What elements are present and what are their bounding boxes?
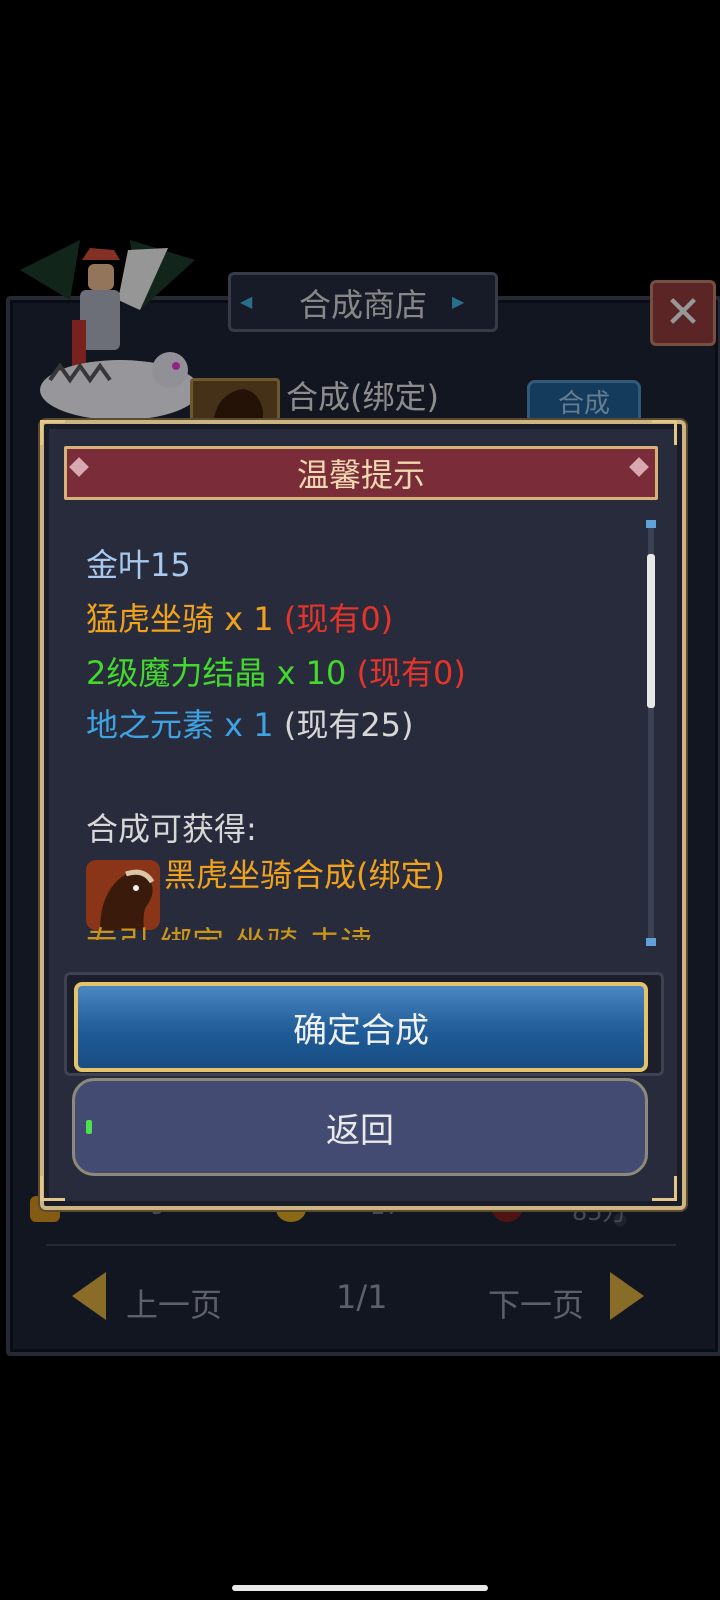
scrollbar-thumb[interactable]: [647, 554, 655, 708]
corner-ornament: [652, 420, 677, 445]
confirm-synthesis-button[interactable]: 确定合成: [74, 982, 648, 1072]
focus-indicator: [86, 1120, 92, 1134]
back-button[interactable]: 返回: [72, 1078, 648, 1176]
requirement-label: 金叶15: [86, 546, 191, 584]
requirement-owned: (现有0): [356, 654, 466, 692]
scroll-up-icon[interactable]: [646, 520, 656, 528]
requirement-owned: (现有0): [283, 600, 394, 638]
scroll-down-icon[interactable]: [646, 938, 656, 946]
requirement-owned: (现有25): [283, 706, 414, 744]
requirement-earth-element: 地之元素 x 1 (现有25): [86, 700, 414, 746]
truncated-line: 专引 绑定 坐骑 未读: [86, 918, 646, 940]
corner-ornament: [40, 1176, 65, 1201]
reward-name: 黑虎坐骑合成(绑定): [164, 856, 445, 894]
confirm-label: 确定合成: [293, 1010, 429, 1051]
home-indicator[interactable]: [232, 1585, 488, 1591]
reward-heading: 合成可获得:: [86, 810, 257, 848]
corner-ornament: [652, 1176, 677, 1201]
requirement-label: 地之元素 x 1: [86, 706, 274, 744]
requirement-label: 2级魔力结晶 x 10: [86, 654, 347, 692]
requirement-gold-leaf: 金叶15: [86, 540, 191, 586]
requirement-magic-crystal: 2级魔力结晶 x 10 (现有0): [86, 648, 466, 694]
back-label: 返回: [326, 1110, 394, 1151]
requirement-label: 猛虎坐骑 x 1: [86, 600, 274, 638]
requirement-tiger-mount: 猛虎坐骑 x 1 (现有0): [86, 594, 393, 640]
dialog-content[interactable]: 金叶15 猛虎坐骑 x 1 (现有0) 2级魔力结晶 x 10 (现有0) 地之…: [62, 520, 646, 940]
dialog-title: 温馨提示: [296, 456, 425, 494]
corner-ornament: [40, 420, 65, 445]
